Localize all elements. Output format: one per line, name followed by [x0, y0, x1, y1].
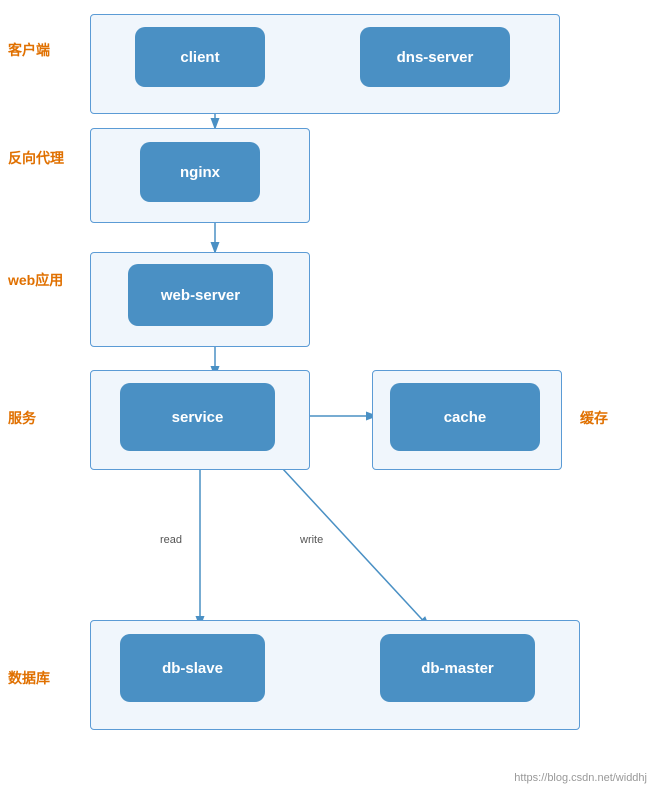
- label-cache-zone: 缓存: [580, 408, 608, 428]
- node-web-server: web-server: [128, 264, 273, 326]
- node-nginx: nginx: [140, 142, 260, 202]
- label-proxy-zone: 反向代理: [8, 148, 64, 168]
- node-db-slave: db-slave: [120, 634, 265, 702]
- watermark: https://blog.csdn.net/widdhj: [514, 772, 647, 784]
- node-cache: cache: [390, 383, 540, 451]
- node-db-master: db-master: [380, 634, 535, 702]
- label-service-zone: 服务: [8, 408, 36, 428]
- label-webapp-zone: web应用: [8, 270, 63, 290]
- node-client: client: [135, 27, 265, 87]
- svg-text:read: read: [160, 534, 182, 546]
- node-service: service: [120, 383, 275, 451]
- label-client-zone: 客户端: [8, 40, 50, 60]
- label-db-zone: 数据库: [8, 668, 50, 688]
- svg-text:write: write: [299, 534, 323, 546]
- node-dns-server: dns-server: [360, 27, 510, 87]
